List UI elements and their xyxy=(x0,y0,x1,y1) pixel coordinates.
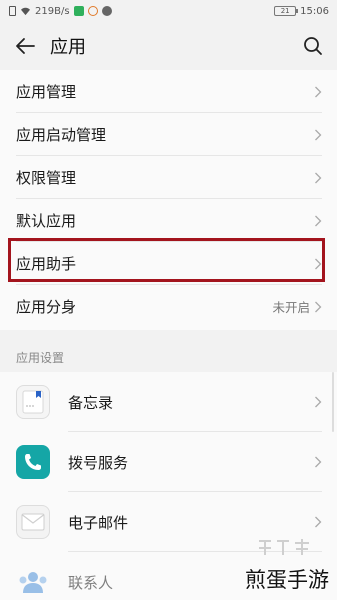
back-button[interactable] xyxy=(0,22,50,70)
contacts-icon xyxy=(16,565,50,599)
faint-watermark xyxy=(257,537,313,562)
row-trailing xyxy=(314,129,322,141)
chevron-right-icon xyxy=(315,86,322,97)
row-trailing xyxy=(314,172,322,184)
scrollbar[interactable] xyxy=(332,372,334,432)
app-label: 电子邮件 xyxy=(68,513,129,532)
notes-icon xyxy=(16,385,50,419)
mail-icon xyxy=(16,505,50,539)
highlight-box xyxy=(8,238,325,282)
status-right: 21 15:06 xyxy=(274,6,329,17)
row-label: 应用管理 xyxy=(16,83,77,101)
wechat-notification-icon xyxy=(73,6,84,16)
screen: 219B/s 21 15:06 应用 应用管理 应用启动管理 权限管理 默认应用… xyxy=(0,0,337,600)
settings-list: 应用管理 应用启动管理 权限管理 默认应用 应用助手 应用分身 未开启 xyxy=(0,70,337,330)
chat-notification-icon xyxy=(101,6,112,16)
arrow-left-icon xyxy=(16,38,35,54)
row-app-startup-management[interactable]: 应用启动管理 xyxy=(0,113,337,156)
chevron-right-icon xyxy=(315,456,322,468)
app-row-notes[interactable]: 备忘录 xyxy=(0,372,337,432)
chevron-right-icon xyxy=(315,396,322,408)
chevron-right-icon xyxy=(315,129,322,140)
app-label: 备忘录 xyxy=(68,393,114,412)
status-left: 219B/s xyxy=(9,6,112,17)
battery-level: 21 xyxy=(280,7,290,15)
page-title: 应用 xyxy=(50,37,86,58)
battery-icon: 21 xyxy=(274,6,299,16)
chevron-right-icon xyxy=(315,172,322,183)
watermark: 煎蛋手游 xyxy=(245,568,329,592)
wifi-icon xyxy=(21,7,30,15)
search-button[interactable] xyxy=(301,34,325,58)
row-label: 默认应用 xyxy=(16,212,77,230)
row-permission-management[interactable]: 权限管理 xyxy=(0,156,337,199)
app-row-dialer[interactable]: 拨号服务 xyxy=(0,432,337,492)
faint-watermark-mark xyxy=(259,539,309,555)
row-label: 权限管理 xyxy=(16,169,77,187)
phone-icon xyxy=(16,445,50,479)
app-label: 拨号服务 xyxy=(68,453,129,472)
row-trailing xyxy=(314,86,322,98)
notification-icon xyxy=(87,6,98,16)
row-app-management[interactable]: 应用管理 xyxy=(0,70,337,113)
sim-icon xyxy=(9,6,16,16)
row-label: 应用启动管理 xyxy=(16,126,107,144)
clock: 15:06 xyxy=(300,5,329,17)
row-label: 应用分身 xyxy=(16,298,77,316)
app-header: 应用 xyxy=(0,22,337,70)
status-bar: 219B/s 21 15:06 xyxy=(0,0,337,22)
search-icon xyxy=(304,37,322,55)
chevron-right-icon xyxy=(315,301,322,312)
chevron-right-icon xyxy=(315,215,322,226)
row-trailing: 未开启 xyxy=(272,297,322,316)
row-app-twin[interactable]: 应用分身 未开启 xyxy=(0,285,337,328)
row-trailing xyxy=(314,215,322,227)
row-value: 未开启 xyxy=(272,300,310,315)
network-speed: 219B/s xyxy=(35,5,70,17)
chevron-right-icon xyxy=(315,516,322,528)
section-label: 应用设置 xyxy=(16,351,65,365)
row-default-apps[interactable]: 默认应用 xyxy=(0,199,337,242)
